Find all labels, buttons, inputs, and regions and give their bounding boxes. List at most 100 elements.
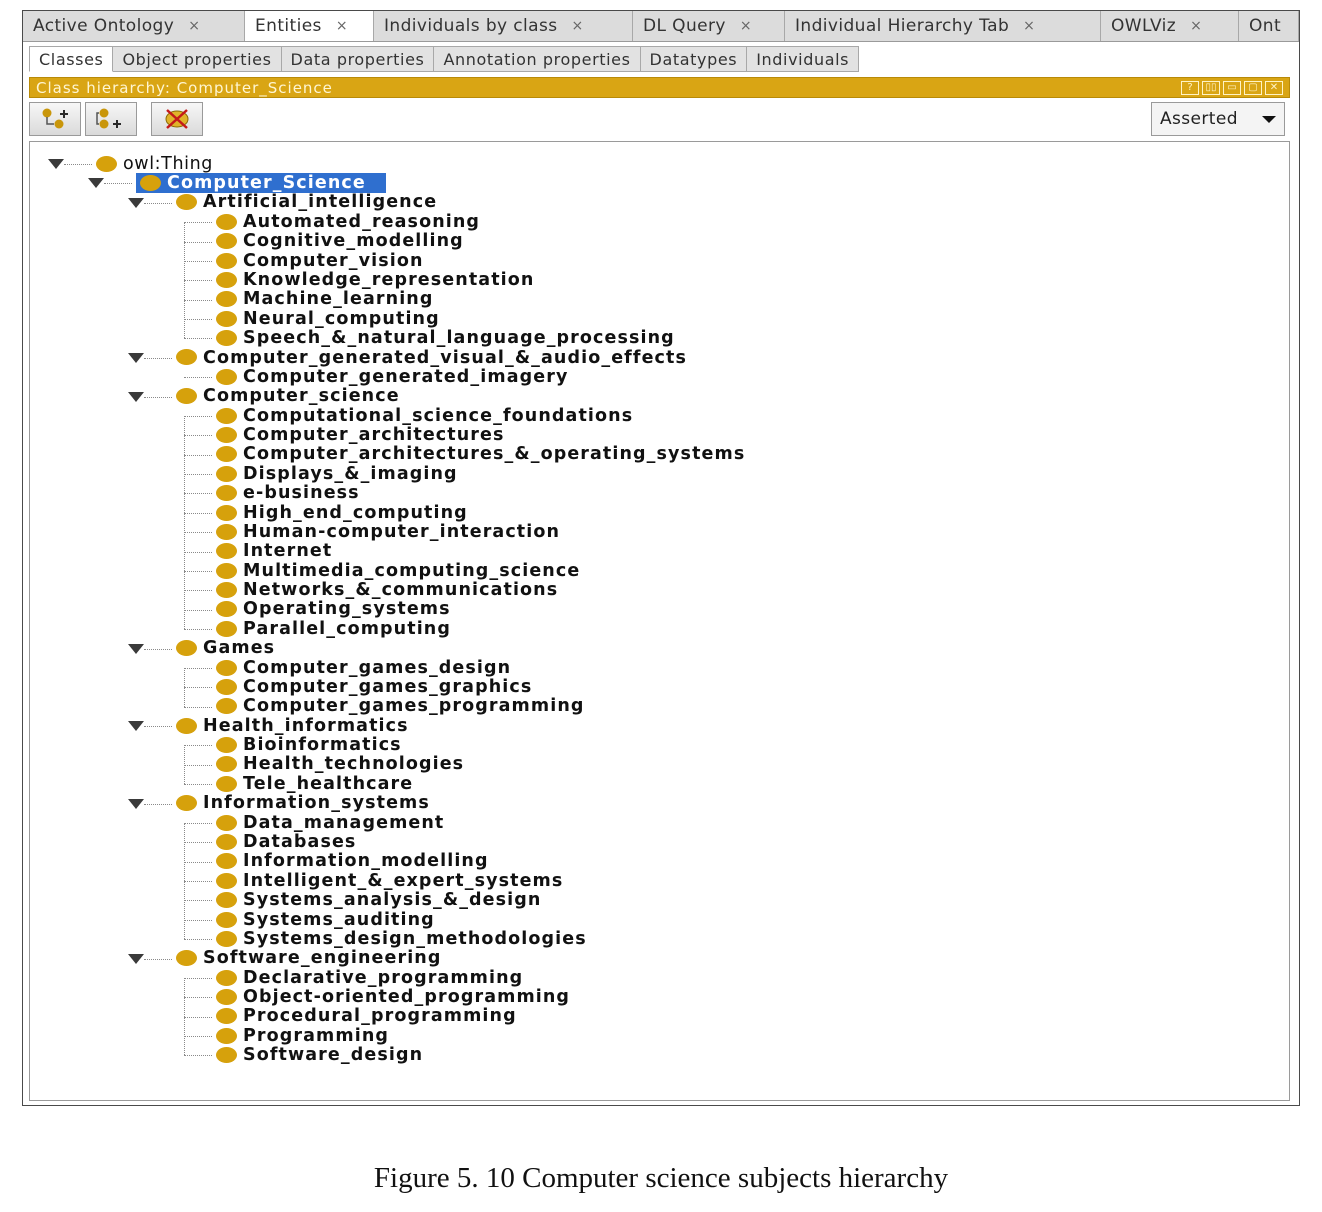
subtab-object-properties[interactable]: Object properties [113,46,282,72]
maximize-icon[interactable]: ▢ [1244,80,1262,95]
tab-label: Ont [1249,16,1282,36]
tree-node-intelligent-expert-systems[interactable]: Intelligent_&_expert_systems [216,871,563,891]
tree-node-tele-healthcare[interactable]: Tele_healthcare [216,774,413,794]
tree-node-computational-science-foundations[interactable]: Computational_science_foundations [216,405,634,426]
tree-node-health-informatics[interactable]: Health_informatics [176,716,409,736]
tab-entities[interactable]: Entities × [245,11,374,41]
expand-toggle-icon[interactable] [48,159,64,169]
class-icon [216,930,237,947]
tree-connector [184,977,212,979]
tree-node-machine-learning[interactable]: Machine_learning [216,289,433,309]
tree-node-internet[interactable]: Internet [216,541,332,561]
tree-node-computer-science[interactable]: Computer_Science [136,173,386,194]
expand-toggle-icon[interactable] [128,352,144,363]
tree-node-computer-science[interactable]: Computer_science [176,386,400,406]
tab-individual-hierarchy-tab[interactable]: Individual Hierarchy Tab × [785,11,1101,41]
tree-node-e-business[interactable]: e-business [216,483,360,503]
tab-active-ontology[interactable]: Active Ontology × [23,11,245,41]
class-label: Systems_auditing [243,909,435,930]
tree-node-artificial-intelligence[interactable]: Artificial_intelligence [176,192,437,212]
tree-node-databases[interactable]: Databases [216,832,356,852]
class-label: Multimedia_computing_science [243,560,581,581]
subtab-individuals[interactable]: Individuals [747,46,860,72]
class-icon [216,291,237,308]
expand-toggle-icon[interactable] [128,721,144,732]
tree-node-knowledge-representation[interactable]: Knowledge_representation [216,270,534,290]
tree-node-information-systems[interactable]: Information_systems [176,793,430,813]
tab-owlviz[interactable]: OWLViz × [1101,11,1239,41]
tree-node-information-modelling[interactable]: Information_modelling [216,851,489,871]
add-sibling-class-button[interactable] [85,102,137,136]
tab-ont[interactable]: Ont [1239,11,1299,41]
expand-toggle-icon[interactable] [88,178,104,189]
tree-node-multimedia-computing-science[interactable]: Multimedia_computing_science [216,560,581,581]
tree-node-high-end-computing[interactable]: High_end_computing [216,503,468,523]
tree-node-automated-reasoning[interactable]: Automated_reasoning [216,212,480,232]
subtab-annotation-properties[interactable]: Annotation properties [434,46,641,72]
tree-node-games[interactable]: Games [176,638,275,658]
tree-node-computer-games-programming[interactable]: Computer_games_programming [216,696,585,716]
workspace-tab-bar: Active Ontology × Entities × Individuals by … [23,11,1299,42]
tree-node-systems-design-methodologies[interactable]: Systems_design_methodologies [216,929,587,949]
tree-node-displays-imaging[interactable]: Displays_&_imaging [216,464,458,484]
tree-node-operating-systems[interactable]: Operating_systems [216,599,451,619]
tree-connector [184,532,212,534]
subtab-classes[interactable]: Classes [29,46,114,72]
tree-node-computer-games-design[interactable]: Computer_games_design [216,657,512,678]
tree-node-bioinformatics[interactable]: Bioinformatics [216,735,402,755]
tree-node-neural-computing[interactable]: Neural_computing [216,309,440,329]
close-icon[interactable]: × [336,18,348,34]
tree-node-parallel-computing[interactable]: Parallel_computing [216,619,451,639]
tree-node-cognitive-modelling[interactable]: Cognitive_modelling [216,231,464,251]
tree-node-systems-auditing[interactable]: Systems_auditing [216,909,435,930]
tree-node-object-oriented-programming[interactable]: Object-oriented_programming [216,987,570,1007]
tree-node-systems-analysis-design[interactable]: Systems_analysis_&_design [216,890,541,910]
add-subclass-button[interactable] [29,102,81,136]
class-label: Computational_science_foundations [243,405,634,426]
tree-node-programming[interactable]: Programming [216,1026,389,1046]
close-icon[interactable]: × [1023,18,1035,34]
tree-node-declarative-programming[interactable]: Declarative_programming [216,968,523,988]
tree-node-computer-generated-imagery[interactable]: Computer_generated_imagery [216,367,568,387]
tree-node-computer-games-graphics[interactable]: Computer_games_graphics [216,677,532,697]
tree-node-human-computer-interaction[interactable]: Human-computer_interaction [216,522,560,542]
subtab-data-properties[interactable]: Data properties [281,46,435,72]
close-icon[interactable]: × [1190,18,1202,34]
close-icon[interactable]: × [188,18,200,34]
minimize-icon[interactable]: ▭ [1223,80,1241,95]
entity-sub-tab-bar: Classes Object properties Data properties A… [29,46,860,72]
expand-toggle-icon[interactable] [128,643,144,654]
help-icon[interactable]: ? [1181,80,1199,95]
expand-toggle-icon[interactable] [128,197,144,208]
class-hierarchy-view-header: Class hierarchy: Computer_Science ? ▯▯ ▭ ▢ ✕ [29,77,1290,98]
tree-node-computer-architectures[interactable]: Computer_architectures [216,425,505,445]
tree-node-owl-thing[interactable]: owl:Thing [96,154,213,174]
tree-node-procedural-programming[interactable]: Procedural_programming [216,1006,517,1026]
tree-connector [184,1036,212,1038]
subtab-datatypes[interactable]: Datatypes [640,46,748,72]
split-view-icon[interactable]: ▯▯ [1202,80,1220,95]
expand-toggle-icon[interactable] [128,953,144,964]
tree-node-software-engineering[interactable]: Software_engineering [176,948,442,968]
close-icon[interactable]: × [740,18,752,34]
class-label: Computer_games_design [243,657,512,678]
tab-dl-query[interactable]: DL Query × [633,11,785,41]
tree-node-computer-generated-visual-audio-effects[interactable]: Computer_generated_visual_&_audio_effect… [176,348,687,368]
tab-individuals-by-class[interactable]: Individuals by class × [374,11,633,41]
tree-node-software-design[interactable]: Software_design [216,1045,423,1065]
close-view-icon[interactable]: ✕ [1265,80,1283,95]
close-icon[interactable]: × [572,18,584,34]
tree-node-speech-natural-language-processing[interactable]: Speech_&_natural_language_processing [216,328,675,348]
expand-toggle-icon[interactable] [128,391,144,402]
tree-node-networks-communications[interactable]: Networks_&_communications [216,580,558,600]
class-icon [216,659,237,676]
tree-node-computer-architectures-operating-systems[interactable]: Computer_architectures_&_operating_syste… [216,444,745,464]
tree-node-health-technologies[interactable]: Health_technologies [216,754,464,774]
delete-class-button[interactable] [151,102,203,136]
expand-toggle-icon[interactable] [128,798,144,809]
tree-node-data-management[interactable]: Data_management [216,813,444,833]
tree-node-computer-vision[interactable]: Computer_vision [216,251,424,271]
tree-connector [144,726,172,728]
asserted-inferred-select[interactable]: Asserted [1151,102,1285,136]
class-icon [176,640,197,657]
